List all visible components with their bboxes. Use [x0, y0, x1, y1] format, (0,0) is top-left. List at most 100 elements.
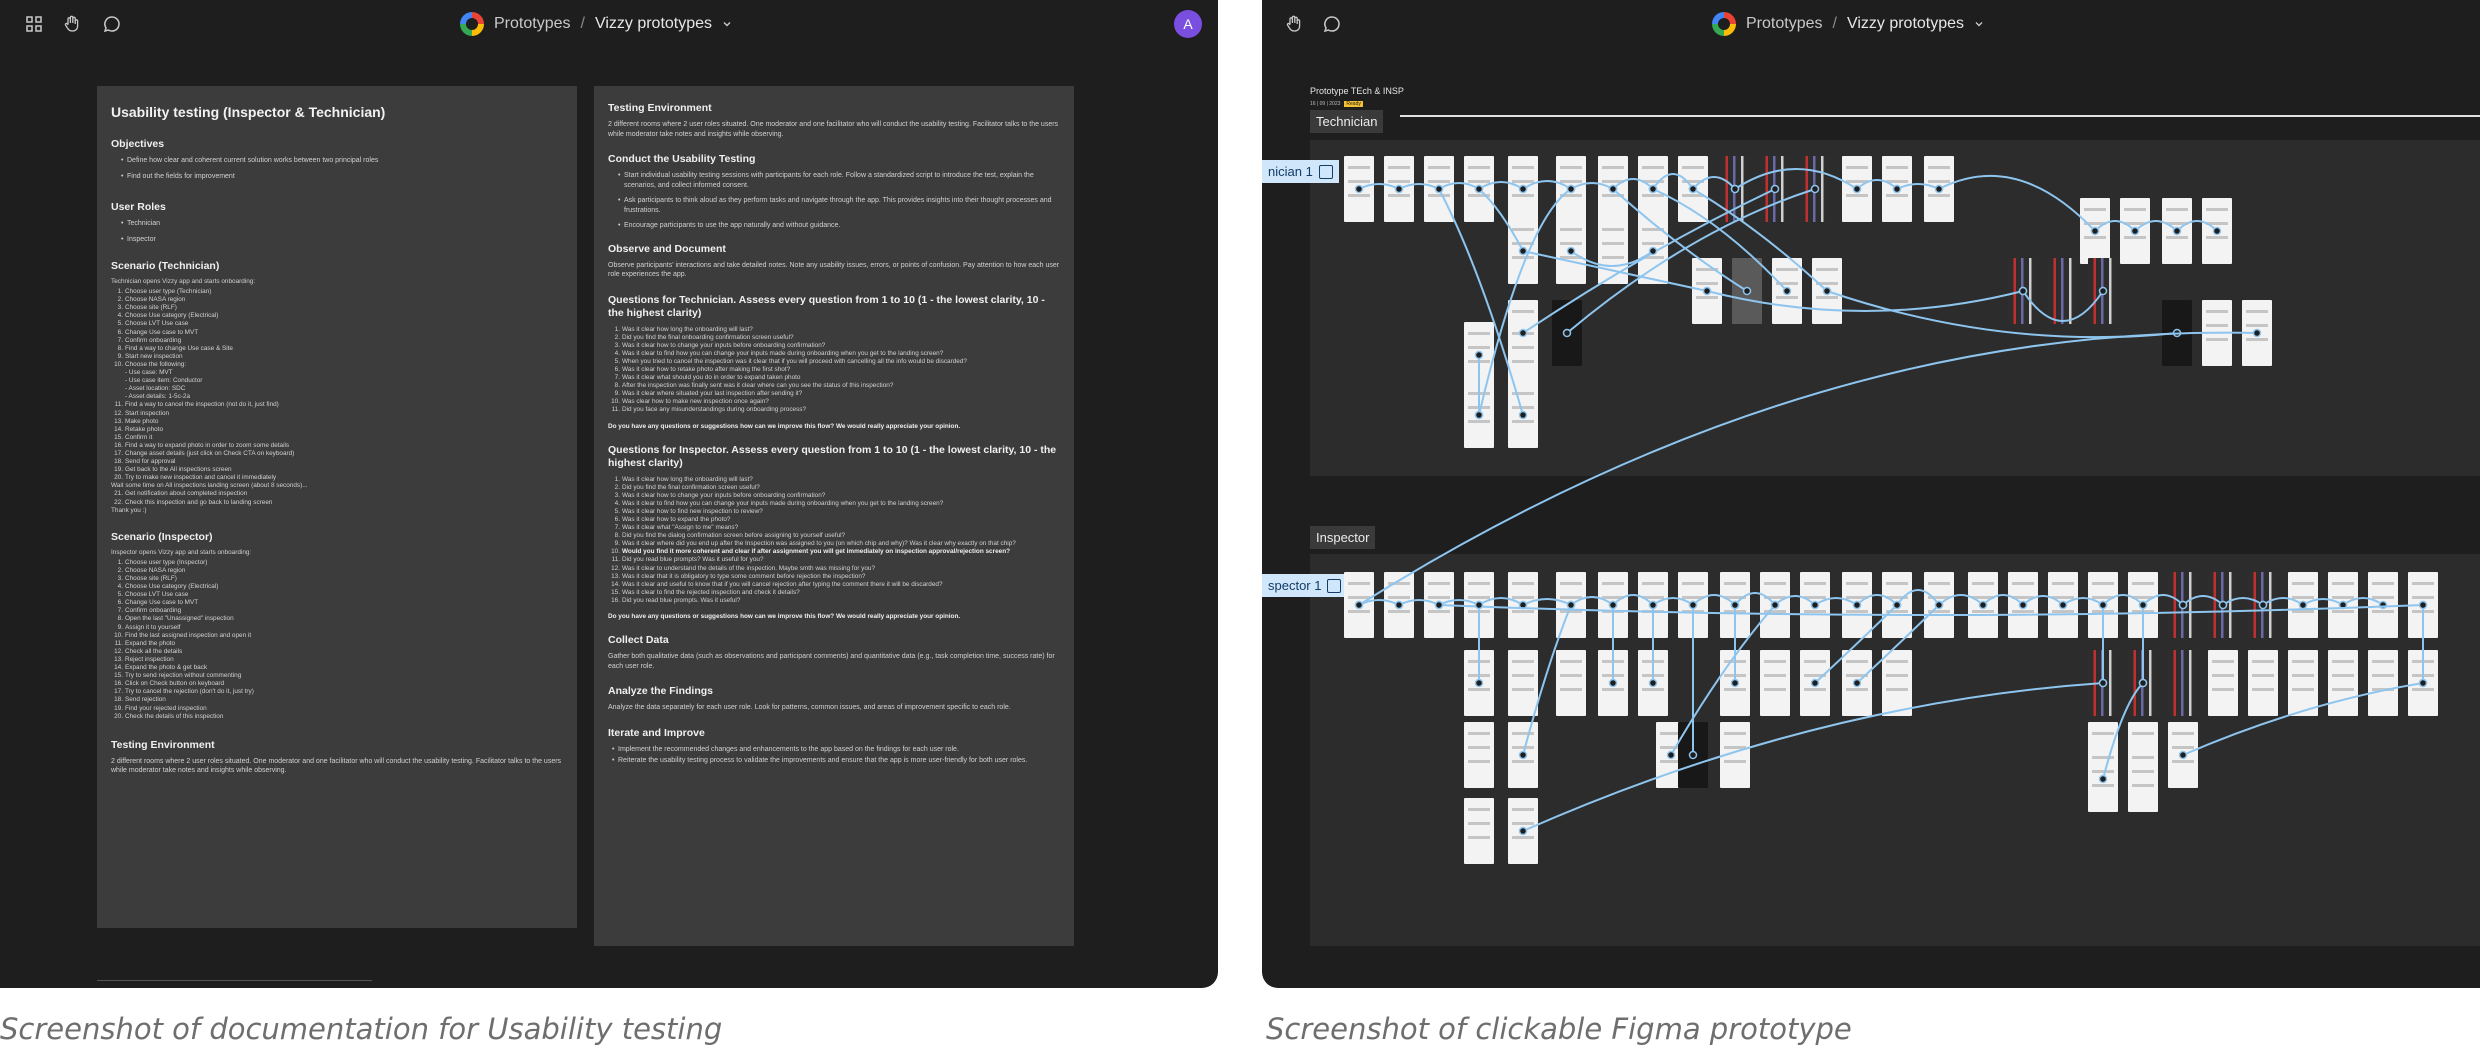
prototype-frame[interactable] — [1842, 650, 1872, 716]
prototype-frame[interactable] — [2288, 650, 2318, 716]
prototype-frame[interactable] — [1678, 572, 1708, 638]
prototype-frame[interactable] — [1598, 572, 1628, 638]
prototype-frame[interactable] — [1678, 722, 1708, 788]
prototype-frame[interactable] — [1508, 798, 1538, 864]
prototype-frame[interactable] — [1720, 650, 1750, 716]
prototype-frame[interactable] — [1692, 258, 1722, 324]
prototype-frame[interactable] — [1842, 156, 1872, 222]
prototype-frame[interactable] — [2048, 572, 2078, 638]
prototype-frame[interactable] — [2288, 572, 2318, 638]
prototype-frame[interactable] — [2408, 650, 2438, 716]
section-label-technician[interactable]: Technician — [1310, 110, 1384, 133]
prototype-frame[interactable] — [1882, 156, 1912, 222]
prototype-frame[interactable] — [2202, 300, 2232, 366]
prototype-frame[interactable] — [2088, 650, 2118, 716]
prototype-frame[interactable] — [1508, 156, 1538, 222]
prototype-frame[interactable] — [2248, 572, 2278, 638]
prototype-frame[interactable] — [1464, 156, 1494, 222]
prototype-frame[interactable] — [2088, 572, 2118, 638]
prototype-frame[interactable] — [1638, 572, 1668, 638]
prototype-frame[interactable] — [2328, 572, 2358, 638]
prototype-frame[interactable] — [1556, 650, 1586, 716]
prototype-frame[interactable] — [1760, 650, 1790, 716]
prototype-frame[interactable] — [1508, 572, 1538, 638]
prototype-frame[interactable] — [2208, 650, 2238, 716]
prototype-frame[interactable] — [1924, 572, 1954, 638]
prototype-frame[interactable] — [2088, 258, 2118, 324]
prototype-frame[interactable] — [1508, 382, 1538, 448]
prototype-frame[interactable] — [1556, 218, 1586, 284]
prototype-frame[interactable] — [2248, 650, 2278, 716]
prototype-frame[interactable] — [1638, 650, 1668, 716]
prototype-frame[interactable] — [1424, 156, 1454, 222]
grid-icon[interactable] — [22, 12, 46, 36]
prototype-frame[interactable] — [1720, 572, 1750, 638]
breadcrumb-file[interactable]: Vizzy prototypes — [1847, 15, 1964, 33]
prototype-frame[interactable] — [1800, 650, 1830, 716]
prototype-frame[interactable] — [2208, 572, 2238, 638]
prototype-frame[interactable] — [1678, 156, 1708, 222]
prototype-frame[interactable] — [2008, 258, 2038, 324]
prototype-frame[interactable] — [2128, 650, 2158, 716]
prototype-frame[interactable] — [1424, 572, 1454, 638]
prototype-frame[interactable] — [1598, 650, 1628, 716]
prototype-frame[interactable] — [2328, 650, 2358, 716]
prototype-frame[interactable] — [1882, 572, 1912, 638]
prototype-frame[interactable] — [1760, 156, 1790, 222]
flow-start-inspector[interactable]: spector 1 — [1262, 574, 1348, 597]
prototype-frame[interactable] — [1384, 572, 1414, 638]
prototype-frame[interactable] — [1508, 322, 1538, 388]
prototype-frame[interactable] — [1842, 572, 1872, 638]
prototype-frame[interactable] — [1344, 572, 1374, 638]
prototype-frame[interactable] — [1508, 650, 1538, 716]
prototype-frame[interactable] — [2080, 198, 2110, 264]
comment-icon[interactable] — [1320, 12, 1344, 36]
prototype-frame[interactable] — [1508, 722, 1538, 788]
prototype-frame[interactable] — [1772, 258, 1802, 324]
prototype-frame[interactable] — [2128, 572, 2158, 638]
prototype-frame[interactable] — [2168, 722, 2198, 788]
flow-start-technician[interactable]: nician 1 — [1262, 160, 1339, 183]
prototype-frame[interactable] — [1464, 572, 1494, 638]
breadcrumb-file[interactable]: Vizzy prototypes — [595, 15, 712, 33]
prototype-frame[interactable] — [1760, 572, 1790, 638]
prototype-frame[interactable] — [1720, 722, 1750, 788]
prototype-frame[interactable] — [1344, 156, 1374, 222]
prototype-frame[interactable] — [2162, 300, 2192, 366]
prototype-frame[interactable] — [2168, 650, 2198, 716]
comment-icon[interactable] — [100, 12, 124, 36]
prototype-frame[interactable] — [1800, 156, 1830, 222]
prototype-frame[interactable] — [2120, 198, 2150, 264]
prototype-frame[interactable] — [2168, 572, 2198, 638]
prototype-frame[interactable] — [1598, 218, 1628, 284]
prototype-frame[interactable] — [2128, 746, 2158, 812]
prototype-frame[interactable] — [2242, 300, 2272, 366]
prototype-frame[interactable] — [1598, 156, 1628, 222]
prototype-frame[interactable] — [2048, 258, 2078, 324]
prototype-frame[interactable] — [1508, 218, 1538, 284]
prototype-frame[interactable] — [2368, 650, 2398, 716]
prototype-frame[interactable] — [1552, 300, 1582, 366]
hand-tool-icon[interactable] — [1282, 12, 1306, 36]
prototype-frame[interactable] — [2202, 198, 2232, 264]
prototype-frame[interactable] — [1924, 156, 1954, 222]
prototype-frame[interactable] — [1464, 722, 1494, 788]
prototype-frame[interactable] — [1556, 156, 1586, 222]
hand-tool-icon[interactable] — [60, 12, 84, 36]
chevron-down-icon[interactable] — [722, 19, 732, 29]
prototype-frame[interactable] — [1464, 322, 1494, 388]
prototype-frame[interactable] — [2408, 572, 2438, 638]
prototype-frame[interactable] — [1732, 258, 1762, 324]
section-label-inspector[interactable]: Inspector — [1310, 526, 1376, 549]
prototype-frame[interactable] — [2368, 572, 2398, 638]
prototype-frame[interactable] — [1638, 218, 1668, 284]
prototype-frame[interactable] — [1464, 798, 1494, 864]
chevron-down-icon[interactable] — [1974, 19, 1984, 29]
prototype-frame[interactable] — [1800, 572, 1830, 638]
prototype-frame[interactable] — [1968, 572, 1998, 638]
prototype-frame[interactable] — [1720, 156, 1750, 222]
prototype-frame[interactable] — [1812, 258, 1842, 324]
prototype-frame[interactable] — [2162, 198, 2192, 264]
prototype-frame[interactable] — [1638, 156, 1668, 222]
prototype-frame[interactable] — [1882, 650, 1912, 716]
